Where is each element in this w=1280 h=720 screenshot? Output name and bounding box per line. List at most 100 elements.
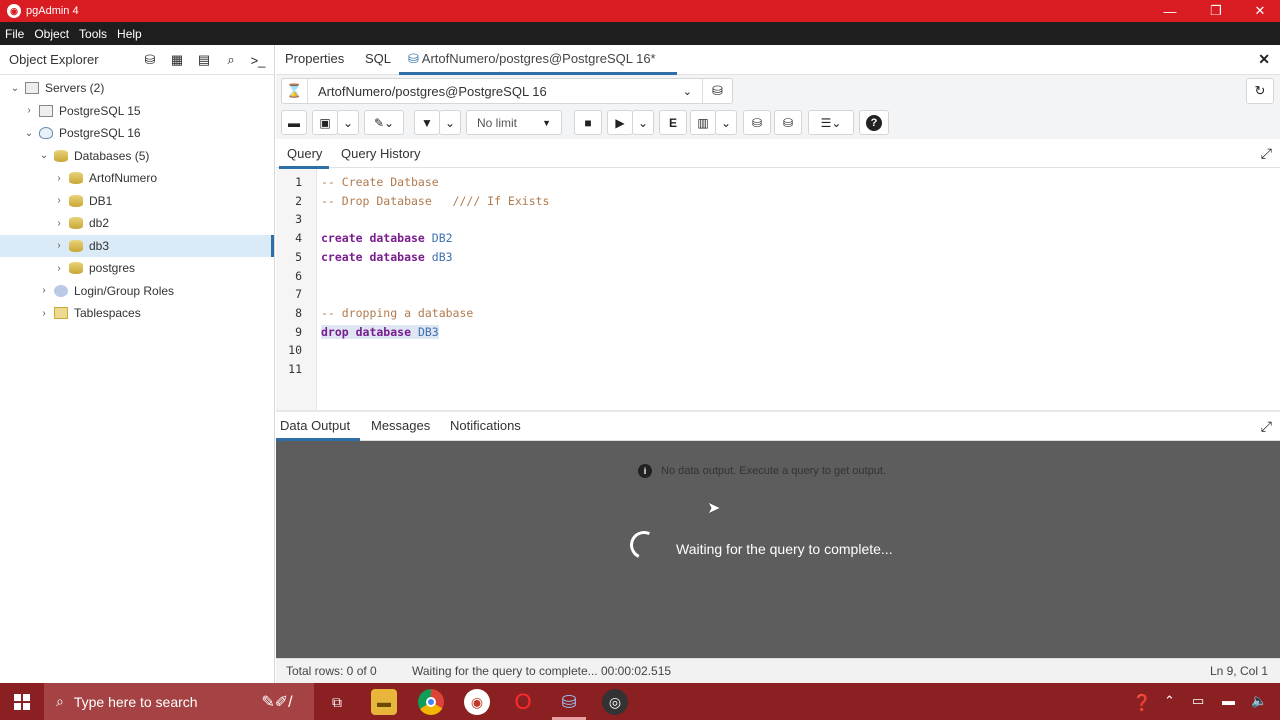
chevron-right-icon[interactable]: ›	[38, 308, 50, 319]
close-tab-icon[interactable]: ✕	[1258, 51, 1270, 68]
task-view-icon[interactable]: ⧉	[324, 689, 350, 715]
sql-editor[interactable]: 1 2 3 4 5 6 7 8 9 10 11 -- Create Datbas…	[276, 169, 1280, 410]
query-tool-database-icon[interactable]: ⛁	[138, 49, 162, 71]
macros-button[interactable]: ☰⌄	[808, 110, 854, 135]
tree-node-servers[interactable]: ⌄ Servers (2)	[0, 77, 274, 100]
tab-query[interactable]: Query	[287, 146, 322, 161]
roles-icon	[54, 284, 68, 297]
opera-icon[interactable]: O	[510, 689, 536, 715]
tree-node-db1[interactable]: › DB1	[0, 190, 274, 213]
chrome-canary-icon[interactable]: ◉	[464, 689, 490, 715]
tab-properties[interactable]: Properties	[285, 51, 344, 66]
tree-node-login-group-roles[interactable]: › Login/Group Roles	[0, 280, 274, 303]
tree-node-artofnumero[interactable]: › ArtofNumero	[0, 167, 274, 190]
chevron-down-icon[interactable]: ⌄	[9, 83, 21, 94]
tab-notifications[interactable]: Notifications	[450, 418, 521, 433]
code-line-comment: -- Create Datbase	[321, 175, 439, 189]
title-bar: ◉ pgAdmin 4 — ❐ ✕	[0, 0, 1280, 22]
network-icon[interactable]: ▭	[1192, 693, 1204, 709]
chevron-right-icon[interactable]: ›	[53, 218, 65, 229]
explain-analyze-button[interactable]: ▥	[690, 110, 716, 135]
execute-button[interactable]: ▶	[607, 110, 633, 135]
chevron-down-icon[interactable]: ⌄	[38, 150, 50, 161]
help-tray-icon[interactable]: ❓	[1132, 693, 1152, 713]
list-icon: ☰⌄	[820, 115, 842, 130]
view-data-table-icon[interactable]: ▦	[165, 49, 189, 71]
tree-node-databases[interactable]: ⌄ Databases (5)	[0, 145, 274, 168]
file-explorer-icon[interactable]: ▬	[371, 689, 397, 715]
tree-node-db2[interactable]: › db2	[0, 212, 274, 235]
commit-button[interactable]: ⛁	[743, 110, 771, 135]
filter-dropdown[interactable]: ⌄	[439, 110, 461, 135]
play-icon: ▶	[615, 115, 625, 130]
tree-node-db3[interactable]: › db3	[0, 234, 274, 257]
connection-select[interactable]: ⌛ ArtofNumero/postgres@PostgreSQL 16 ⌄ ⛁	[281, 78, 733, 104]
chevron-down-icon[interactable]: ⌄	[683, 85, 692, 98]
connection-value: ArtofNumero/postgres@PostgreSQL 16	[318, 83, 547, 99]
tab-query-history[interactable]: Query History	[341, 146, 420, 161]
filter-button[interactable]: ▼	[414, 110, 440, 135]
restore-button[interactable]: ❐	[1194, 0, 1238, 22]
tab-query-tool[interactable]: ⛁ ArtofNumero/postgres@PostgreSQL 16*	[408, 51, 656, 67]
help-button[interactable]: ?	[859, 110, 889, 135]
line-number: 5	[295, 250, 302, 264]
tab-data-output[interactable]: Data Output	[280, 418, 350, 433]
tab-messages[interactable]: Messages	[371, 418, 430, 433]
maximize-icon[interactable]: ⤢	[1261, 145, 1272, 162]
chevron-right-icon[interactable]: ›	[23, 105, 35, 116]
query-editor-tabs: Query Query History ⤢	[276, 139, 1280, 169]
save-options-dropdown[interactable]: ⌄	[337, 110, 359, 135]
chevron-right-icon[interactable]: ›	[53, 195, 65, 206]
hourglass-icon: ⌛	[282, 79, 308, 103]
open-file-button[interactable]: ▬	[281, 110, 307, 135]
chrome-icon[interactable]	[418, 689, 444, 715]
line-number-gutter: 1 2 3 4 5 6 7 8 9 10 11	[276, 169, 317, 410]
menu-help[interactable]: Help	[117, 27, 142, 41]
databases-icon	[54, 149, 68, 162]
rollback-button[interactable]: ⛁	[774, 110, 802, 135]
tree-node-postgres[interactable]: › postgres	[0, 257, 274, 280]
menu-tools[interactable]: Tools	[79, 27, 107, 41]
chevron-down-icon[interactable]: ⌄	[23, 128, 35, 139]
folder-icon: ▬	[288, 115, 300, 130]
psql-terminal-icon[interactable]: >_	[246, 49, 270, 71]
edit-button[interactable]: ✎⌄	[364, 110, 404, 135]
chevron-right-icon[interactable]: ›	[53, 173, 65, 184]
tree-node-label: postgres	[89, 261, 136, 276]
new-connection-database-icon[interactable]: ⛁	[702, 79, 732, 103]
search-placeholder: Type here to search	[73, 693, 198, 710]
query-progress-status: Waiting for the query to complete... 00:…	[412, 664, 672, 678]
save-button[interactable]: ▣	[312, 110, 338, 135]
chevron-up-icon[interactable]: ⌃	[1164, 693, 1175, 709]
stop-button[interactable]: ■	[574, 110, 602, 135]
pgadmin-taskbar-icon[interactable]: ⛁	[556, 689, 582, 715]
explain-options-dropdown[interactable]: ⌄	[715, 110, 737, 135]
tree-node-tablespaces[interactable]: › Tablespaces	[0, 302, 274, 325]
reset-layout-icon[interactable]: ↻	[1246, 78, 1274, 104]
tab-sql[interactable]: SQL	[365, 51, 391, 66]
chevron-right-icon[interactable]: ›	[53, 240, 65, 251]
menu-file[interactable]: File	[5, 27, 24, 41]
explain-button[interactable]: E	[659, 110, 687, 135]
chevron-right-icon[interactable]: ›	[38, 285, 50, 296]
filtered-rows-icon[interactable]: ▤	[192, 49, 216, 71]
chevron-right-icon[interactable]: ›	[53, 263, 65, 274]
windows-taskbar: ⌕ Type here to search ✎✐/ ⧉ ▬ ◉ O ⛁ ◎ ❓ …	[0, 683, 1280, 720]
close-window-button[interactable]: ✕	[1238, 0, 1280, 22]
obs-recorder-icon[interactable]: ◎	[602, 689, 628, 715]
tree-node-postgresql-16[interactable]: ⌄ PostgreSQL 16	[0, 122, 274, 145]
execute-options-dropdown[interactable]: ⌄	[632, 110, 654, 135]
menu-bar: File Object Tools Help	[0, 22, 1280, 45]
maximize-icon[interactable]: ⤢	[1261, 418, 1272, 435]
minimize-button[interactable]: —	[1148, 0, 1192, 22]
search-icon[interactable]: ⌕	[219, 49, 243, 71]
line-number: 8	[295, 306, 302, 320]
battery-icon[interactable]: ▬	[1222, 693, 1235, 708]
code-line-comment: -- Drop Database //// If Exists	[321, 194, 550, 208]
row-limit-select[interactable]: No limit ▼	[466, 110, 562, 135]
tree-node-label: Tablespaces	[74, 306, 141, 321]
tree-node-postgresql-15[interactable]: › PostgreSQL 15	[0, 100, 274, 123]
start-button[interactable]	[0, 683, 44, 720]
menu-object[interactable]: Object	[34, 27, 69, 41]
volume-icon[interactable]: 🔈	[1251, 693, 1267, 709]
